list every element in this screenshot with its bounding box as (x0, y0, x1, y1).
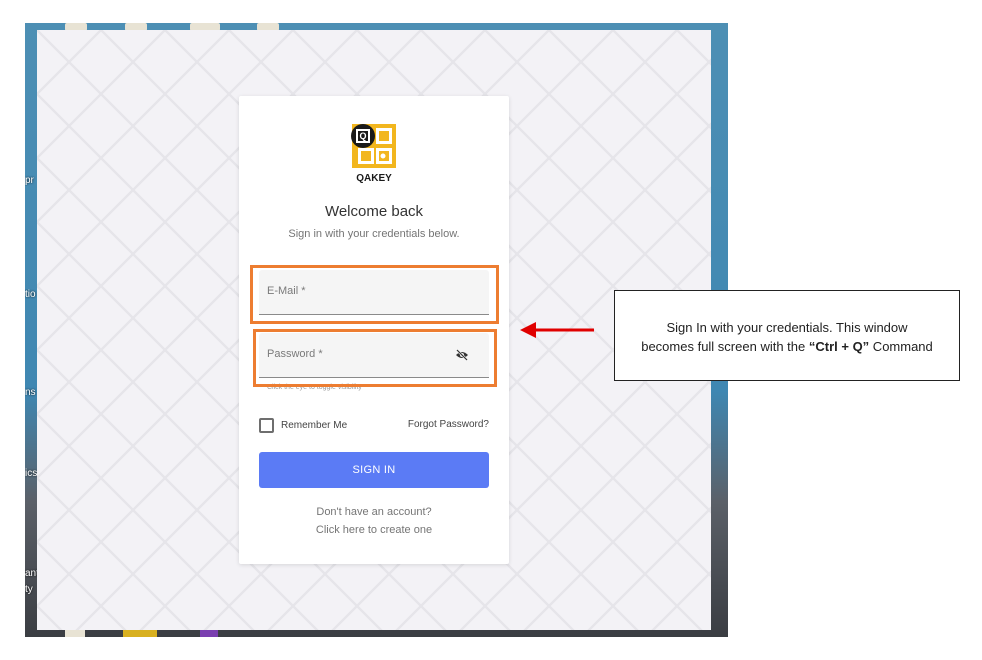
forgot-password-link[interactable]: Forgot Password? (408, 419, 489, 430)
callout-text: becomes full screen with the (641, 339, 809, 354)
logo-wordmark: QAKEY (356, 173, 392, 184)
callout-line-1: Sign In with your credentials. This wind… (666, 320, 908, 335)
email-highlight-box (250, 265, 499, 324)
instruction-callout: Sign In with your credentials. This wind… (614, 290, 960, 381)
shortcut-text: “Ctrl + Q” (808, 339, 870, 354)
svg-text:Q: Q (359, 131, 366, 141)
callout-text: Command (869, 339, 933, 354)
qakey-logo: Q QAKEY (351, 124, 396, 184)
password-highlight-box (253, 329, 497, 387)
page-subtitle: Sign in with your credentials below. (288, 228, 460, 240)
page-title: Welcome back (324, 203, 424, 220)
remember-me-label[interactable]: Remember Me (281, 420, 347, 431)
left-arrow-icon (520, 322, 594, 338)
callout-line-2: becomes full screen with the “Ctrl + Q” … (615, 337, 959, 356)
no-account-text: Don't have an account? (316, 506, 432, 518)
create-account-link[interactable]: Click here to create one (239, 524, 509, 536)
sign-in-button[interactable]: SIGN IN (259, 452, 489, 488)
screenshot-stage: pr tio ns ics ant ty Q QAKEY Welcome bac… (0, 0, 982, 660)
remember-me-checkbox[interactable] (259, 417, 274, 433)
remember-me-row[interactable]: Remember Me (259, 417, 347, 433)
